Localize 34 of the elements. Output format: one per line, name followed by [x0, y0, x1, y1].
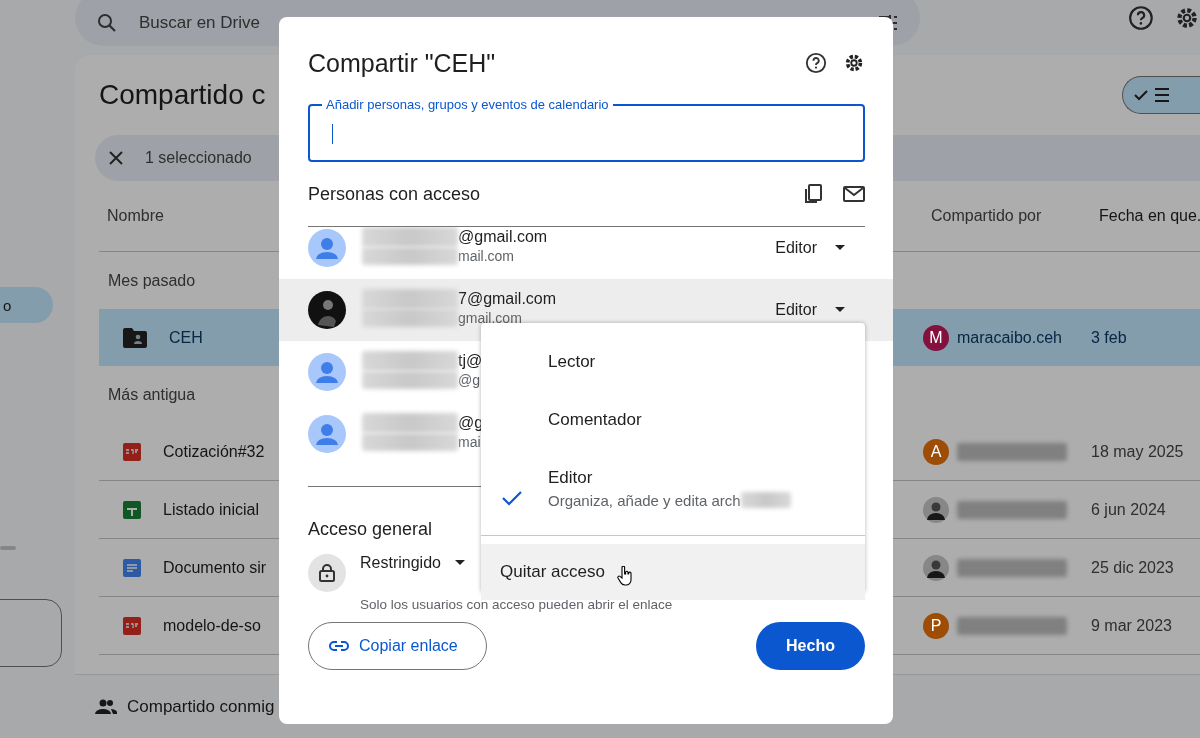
- access-description: Solo los usuarios con acceso pueden abrir el enlace: [360, 597, 673, 612]
- file-name: Cotización#32: [163, 442, 265, 461]
- person-email: @gmail.com: [458, 228, 548, 246]
- dialog-title: Compartir "CEH": [308, 48, 497, 78]
- user-avatar: P: [923, 612, 949, 639]
- date-cell-text: 9 mar 2023: [1091, 616, 1173, 635]
- section-heading: Acceso general: [308, 519, 434, 540]
- file-name: Listado inicial: [163, 500, 260, 519]
- menu-item-label: Comentador: [548, 410, 642, 430]
- person-email: 7@gmail.com: [458, 290, 557, 308]
- person-email-secondary: mai: [458, 434, 481, 450]
- menu-item-description: Organiza, añade y edita arch: [548, 491, 741, 509]
- date-cell-text: 25 dic 2023: [1091, 558, 1175, 577]
- date-cell-text: 18 may 2025: [1091, 442, 1185, 461]
- file-name: modelo-de-so: [163, 616, 261, 635]
- user-avatar: M: [923, 324, 949, 351]
- person-email-secondary: gmail.com: [458, 310, 522, 326]
- group-label: Mes pasado: [107, 270, 196, 291]
- user-avatar: A: [923, 438, 949, 465]
- file-name: Documento sir: [163, 558, 267, 577]
- selection-count: 1 seleccionado: [145, 149, 252, 167]
- footer-label: Compartido conmig: [127, 696, 275, 717]
- person-email-secondary: mail.com: [458, 248, 514, 264]
- date-cell-text: 6 jun 2024: [1091, 500, 1167, 519]
- sharer-name: maracaibo.ceh: [957, 328, 1062, 347]
- person-email: tj@: [458, 352, 483, 370]
- date-cell-text: 3 feb: [1091, 328, 1128, 347]
- section-heading: Personas con acceso: [308, 183, 482, 205]
- menu-item-label: Lector: [548, 352, 596, 372]
- person-email-secondary: @g: [458, 372, 480, 388]
- group-label: Más antigua: [107, 384, 196, 405]
- file-name: CEH: [169, 328, 203, 347]
- page-title: Compartido c: [99, 79, 266, 111]
- menu-item-label: Editor: [548, 467, 594, 488]
